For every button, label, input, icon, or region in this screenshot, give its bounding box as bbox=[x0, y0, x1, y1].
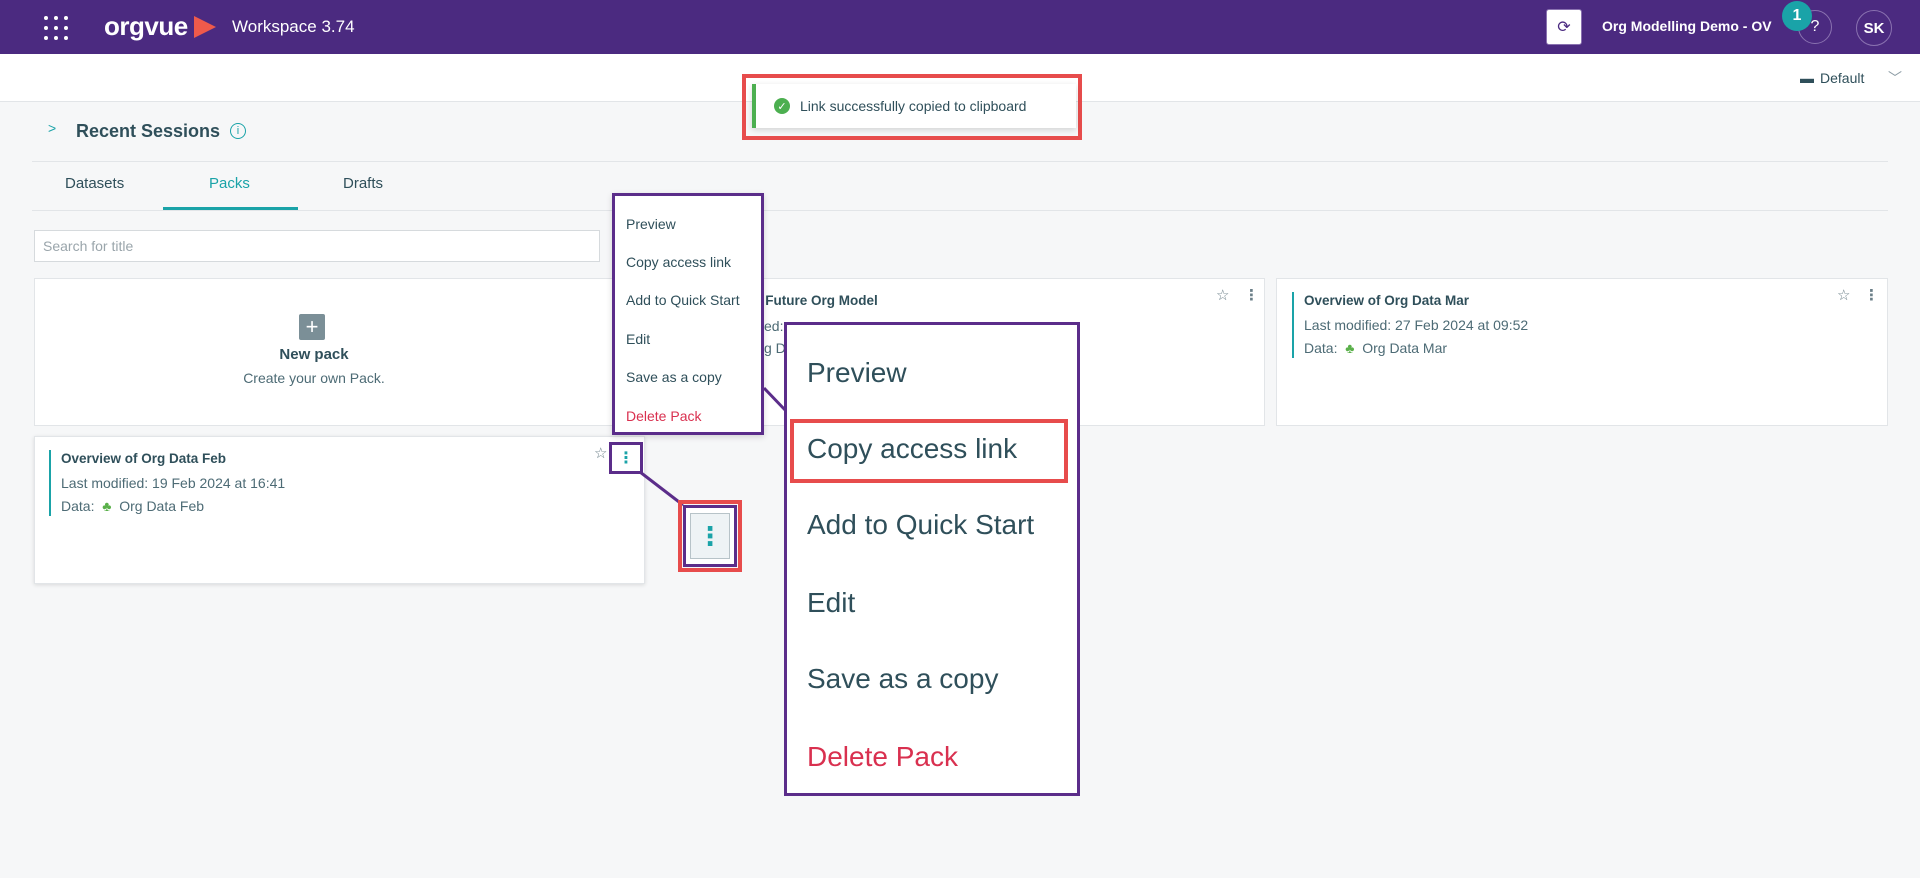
pack-card-modified: ed: bbox=[764, 318, 784, 334]
new-pack-subtitle: Create your own Pack. bbox=[243, 370, 385, 386]
zoomed-context-menu-callout: Preview Copy access link Add to Quick St… bbox=[784, 322, 1080, 796]
tab-datasets[interactable]: Datasets bbox=[65, 175, 124, 192]
zoomed-menu-item-edit: Edit bbox=[807, 587, 856, 618]
brand-mark-icon bbox=[194, 16, 216, 38]
pack-card-modified: Last modified: 27 Feb 2024 at 09:52 bbox=[1304, 317, 1529, 333]
chevron-down-icon[interactable]: ﹀ bbox=[1888, 68, 1902, 88]
check-circle-icon: ✓ bbox=[774, 98, 790, 114]
star-icon[interactable]: ☆ bbox=[1216, 286, 1229, 304]
pack-card-title: Overview of Org Data Mar bbox=[1304, 293, 1470, 308]
organization-selector[interactable]: Org Modelling Demo - OV bbox=[1602, 18, 1772, 34]
more-options-icon: ⋮ bbox=[618, 450, 634, 467]
info-icon[interactable]: i bbox=[230, 123, 246, 139]
search-input[interactable]: Search for title bbox=[34, 230, 600, 262]
divider bbox=[32, 161, 1888, 162]
pack-context-menu: Preview Copy access link Add to Quick St… bbox=[612, 193, 764, 435]
recent-sessions-title[interactable]: Recent Sessions bbox=[76, 121, 220, 142]
menu-item-add-to-quick-start[interactable]: Add to Quick Start bbox=[626, 292, 740, 308]
dataset-name[interactable]: Org Data Feb bbox=[119, 498, 204, 514]
success-toast: ✓ Link successfully copied to clipboard bbox=[752, 84, 1076, 128]
toast-message: Link successfully copied to clipboard bbox=[800, 98, 1027, 114]
pack-card-data: Data: ♣ Org Data Mar bbox=[1304, 340, 1447, 356]
menu-item-edit[interactable]: Edit bbox=[626, 331, 650, 347]
brand-logo[interactable]: orgvue bbox=[104, 11, 188, 42]
more-options-icon[interactable]: ⋮ bbox=[1864, 286, 1879, 304]
pack-card-modified: Last modified: 19 Feb 2024 at 16:41 bbox=[61, 475, 286, 491]
menu-item-preview[interactable]: Preview bbox=[626, 216, 676, 232]
layout-icon: ▬ bbox=[1800, 70, 1814, 86]
more-options-icon: ⋮ bbox=[697, 520, 723, 551]
tab-drafts[interactable]: Drafts bbox=[343, 175, 383, 192]
pack-card-data: g D bbox=[764, 340, 786, 356]
refresh-button[interactable]: ⟳ bbox=[1546, 9, 1582, 45]
plus-icon[interactable]: + bbox=[299, 314, 325, 340]
workspace-version: Workspace 3.74 bbox=[232, 17, 355, 36]
pack-card-title: Overview of Org Data Feb bbox=[61, 451, 227, 466]
app-launcher-icon[interactable] bbox=[44, 16, 68, 40]
notification-badge: 1 bbox=[1782, 1, 1812, 31]
zoomed-more-options-button: ⋮ bbox=[690, 513, 730, 559]
zoomed-menu-item-preview: Preview bbox=[807, 357, 907, 388]
menu-item-save-as-copy[interactable]: Save as a copy bbox=[626, 369, 722, 385]
card-accent-bar bbox=[1292, 292, 1294, 358]
view-selector[interactable]: ▬ Default bbox=[1800, 70, 1864, 86]
card-accent-bar bbox=[49, 450, 51, 516]
pack-card-title: f Future Org Model bbox=[757, 293, 878, 308]
more-options-button[interactable]: ⋮ bbox=[609, 442, 643, 474]
chevron-right-icon[interactable]: > bbox=[48, 120, 56, 136]
pack-card-data: Data: ♣ Org Data Feb bbox=[61, 498, 204, 514]
tab-packs[interactable]: Packs bbox=[209, 175, 250, 192]
data-prefix: Data: bbox=[61, 498, 95, 514]
new-pack-title: New pack bbox=[279, 346, 349, 363]
copy-link-highlight-outline bbox=[790, 419, 1068, 483]
more-options-icon[interactable]: ⋮ bbox=[1244, 286, 1259, 304]
refresh-icon: ⟳ bbox=[1557, 19, 1571, 36]
dataset-icon: ♣ bbox=[1341, 340, 1359, 356]
data-prefix: Data: bbox=[1304, 340, 1338, 356]
dataset-name[interactable]: Org Data Mar bbox=[1362, 340, 1447, 356]
menu-item-copy-access-link[interactable]: Copy access link bbox=[626, 254, 731, 270]
zoomed-menu-item-delete-pack: Delete Pack bbox=[807, 741, 958, 772]
star-icon[interactable]: ☆ bbox=[1837, 286, 1850, 304]
dataset-icon: ♣ bbox=[98, 498, 116, 514]
view-selector-label: Default bbox=[1820, 70, 1865, 86]
zoomed-menu-item-add-to-quick-start: Add to Quick Start bbox=[807, 509, 1035, 540]
star-icon[interactable]: ☆ bbox=[594, 444, 607, 462]
zoomed-menu-item-save-as-copy: Save as a copy bbox=[807, 663, 999, 694]
divider bbox=[32, 210, 1888, 211]
menu-item-delete-pack[interactable]: Delete Pack bbox=[626, 408, 701, 424]
user-avatar[interactable]: SK bbox=[1856, 10, 1892, 46]
